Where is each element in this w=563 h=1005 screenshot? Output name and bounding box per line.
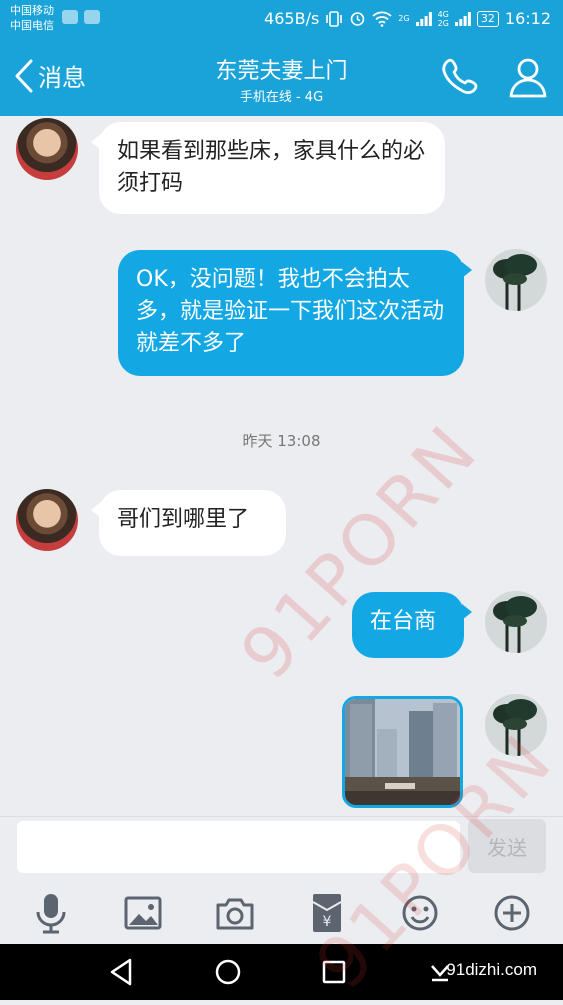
phone-icon [442, 58, 478, 94]
carrier-1: 中国移动 [10, 4, 54, 17]
network-type-2: 4G [437, 9, 449, 19]
wifi-icon [372, 11, 392, 27]
tree-avatar-image [485, 591, 547, 653]
site-watermark-label: 91dizhi.com [446, 960, 537, 979]
network-type-1: 2G [398, 13, 410, 23]
triangle-back-icon [110, 958, 132, 986]
photo-album-button[interactable] [120, 890, 166, 936]
message-bubble-outgoing[interactable]: OK，没问题！我也不会拍太多，就是验证一下我们这次活动就差不多了 [118, 250, 472, 376]
message-bubble-incoming[interactable]: 哥们到哪里了 [91, 490, 286, 556]
clock: 16:12 [504, 9, 551, 28]
chat-header: 消息 东莞夫妻上门 手机在线 - 4G [0, 38, 563, 116]
signal-icon [454, 11, 471, 26]
nav-back-button[interactable] [102, 954, 142, 990]
app-notification-icon [62, 10, 78, 24]
call-button[interactable] [438, 56, 482, 98]
app-notification-icon [84, 10, 100, 24]
plus-icon [494, 895, 530, 931]
vibrate-icon [326, 10, 343, 27]
alarm-icon [350, 12, 365, 26]
contact-info-button[interactable] [506, 56, 550, 98]
contact-avatar[interactable] [16, 489, 78, 551]
my-avatar[interactable] [485, 249, 547, 311]
voice-button[interactable] [28, 890, 74, 936]
my-avatar[interactable] [485, 591, 547, 653]
nav-home-button[interactable] [208, 954, 248, 990]
notification-icons [62, 10, 100, 24]
camera-button[interactable] [212, 890, 258, 936]
message-timestamp: 昨天 13:08 [242, 432, 321, 450]
signal-icon [415, 11, 432, 26]
carrier-2: 中国电信 [10, 19, 54, 32]
circle-home-icon [215, 959, 241, 985]
system-nav-bar: 91dizhi.com [0, 944, 563, 1000]
status-bar: 中国移动 中国电信 465B/s 2G 4G 2G 32 16:12 [0, 0, 563, 38]
more-button[interactable] [489, 890, 535, 936]
user-icon [509, 58, 547, 98]
tree-avatar-image [485, 249, 547, 311]
battery-level: 32 [476, 10, 499, 27]
status-right: 465B/s 2G 4G 2G 32 16:12 [264, 9, 551, 28]
network-type-3: 2G [437, 18, 449, 28]
mic-icon [36, 894, 66, 934]
carrier-labels: 中国移动 中国电信 [10, 3, 54, 33]
image-icon [124, 896, 162, 930]
network-types: 4G 2G [438, 10, 449, 28]
buildings-photo [345, 699, 460, 805]
chat-toolbar: ¥ [0, 880, 563, 944]
camera-icon [216, 898, 254, 930]
network-speed: 465B/s [264, 9, 320, 28]
message-bubble-incoming[interactable]: 如果看到那些床，家具什么的必须打码 [91, 122, 445, 214]
contact-avatar[interactable] [16, 118, 78, 180]
